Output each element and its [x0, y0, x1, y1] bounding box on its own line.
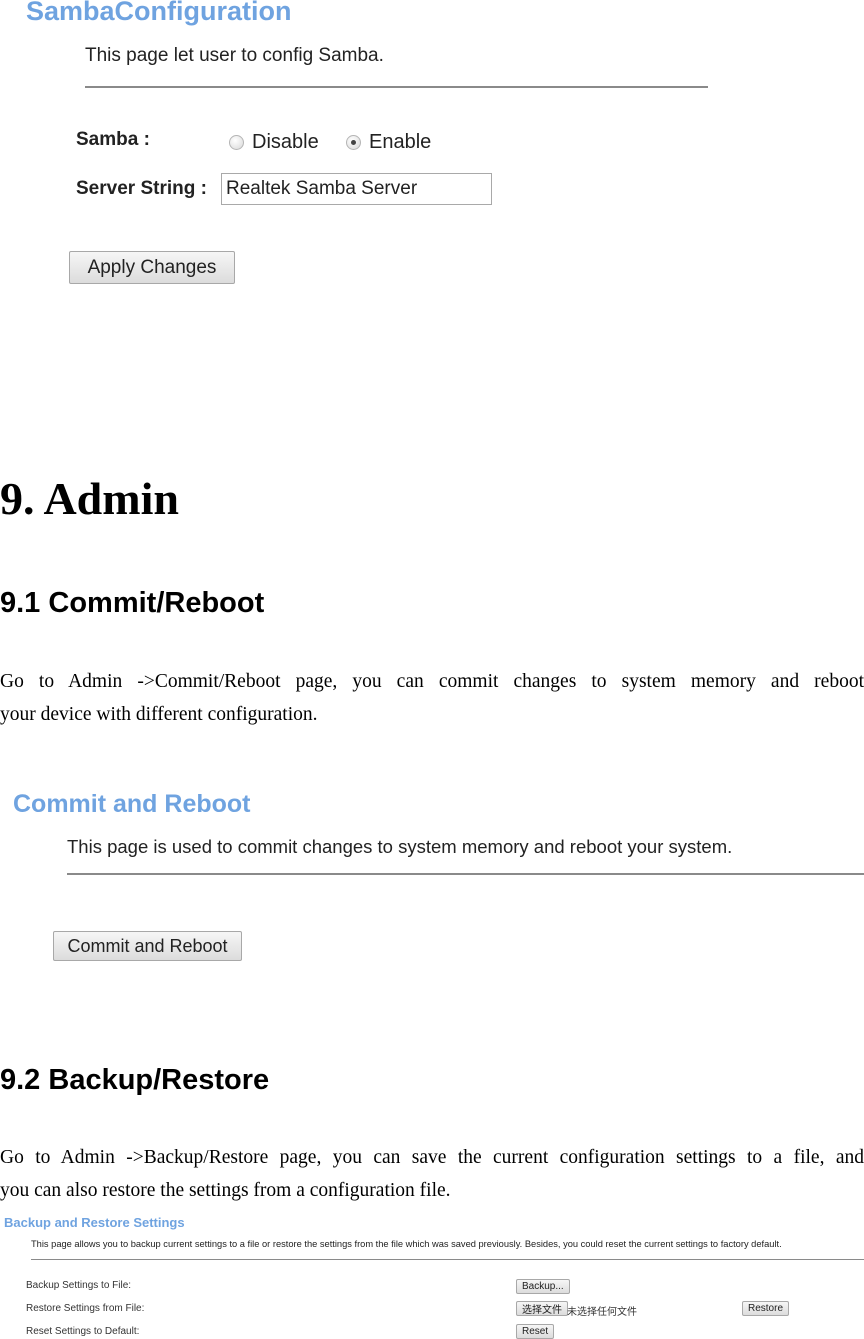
choose-file-button[interactable]: 选择文件 [516, 1301, 568, 1316]
disable-radio[interactable] [229, 135, 244, 150]
commit-reboot-divider [67, 873, 864, 875]
heading-commit-reboot: 9.1 Commit/Reboot [0, 587, 265, 619]
enable-label: Enable [369, 131, 432, 153]
commit-reboot-title: Commit and Reboot [13, 790, 251, 818]
backup-restore-paragraph-line1: Go to Admin ->Backup/Restore page, you c… [0, 1147, 864, 1168]
samba-label: Samba : [76, 129, 150, 150]
no-file-chosen-status: 未选择任何文件 [567, 1307, 637, 1318]
commit-reboot-paragraph-line1: Go to Admin ->Commit/Reboot page, you ca… [0, 671, 864, 692]
commit-reboot-description: This page is used to commit changes to s… [67, 836, 733, 857]
disable-label: Disable [252, 131, 319, 153]
commit-and-reboot-button[interactable]: Commit and Reboot [53, 931, 242, 961]
server-string-input[interactable]: Realtek Samba Server [221, 173, 492, 205]
backup-restore-title: Backup and Restore Settings [4, 1215, 185, 1230]
reset-settings-label: Reset Settings to Default: [26, 1326, 140, 1337]
backup-restore-description: This page allows you to backup current s… [31, 1239, 782, 1249]
backup-restore-divider [31, 1259, 864, 1260]
heading-backup-restore: 9.2 Backup/Restore [0, 1064, 270, 1096]
restore-button[interactable]: Restore [742, 1301, 790, 1316]
samba-disable-option[interactable]: Disable [229, 131, 319, 154]
enable-radio[interactable] [346, 135, 361, 150]
samba-divider [85, 86, 708, 88]
samba-enable-option[interactable]: Enable [346, 131, 431, 154]
apply-changes-button[interactable]: Apply Changes [69, 251, 235, 284]
samba-config-description: This page let user to config Samba. [85, 45, 384, 66]
reset-button[interactable]: Reset [516, 1324, 555, 1339]
section-heading-admin: 9. Admin [0, 473, 179, 524]
backup-restore-paragraph-line2: you can also restore the settings from a… [0, 1180, 451, 1201]
samba-config-title: SambaConfiguration [26, 0, 292, 26]
server-string-label: Server String : [76, 178, 207, 199]
backup-settings-label: Backup Settings to File: [26, 1280, 132, 1291]
backup-button[interactable]: Backup... [516, 1279, 570, 1294]
restore-settings-label: Restore Settings from File: [26, 1303, 145, 1314]
commit-reboot-paragraph-line2: your device with different configuration… [0, 704, 318, 725]
